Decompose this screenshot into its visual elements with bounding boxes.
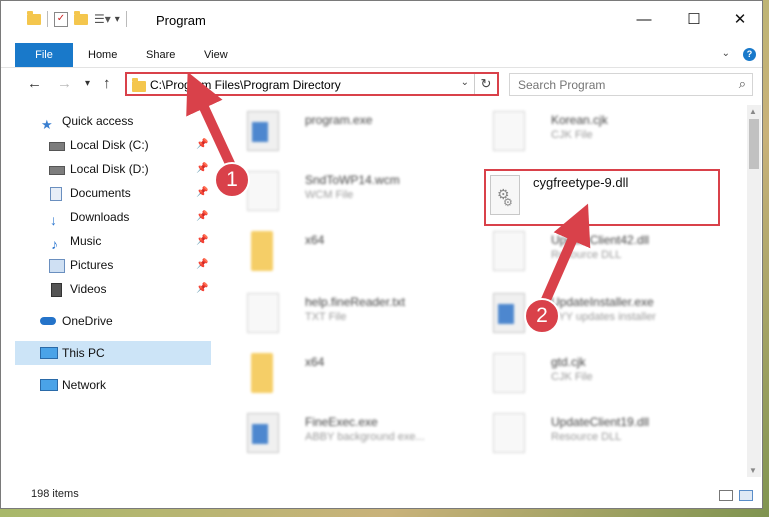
arrow-to-dll-file — [540, 203, 591, 305]
step-1-badge: 1 — [214, 162, 250, 198]
annotation-arrows — [186, 71, 591, 305]
step-2-badge: 2 — [524, 298, 560, 334]
arrow-to-address-bar — [186, 71, 237, 171]
